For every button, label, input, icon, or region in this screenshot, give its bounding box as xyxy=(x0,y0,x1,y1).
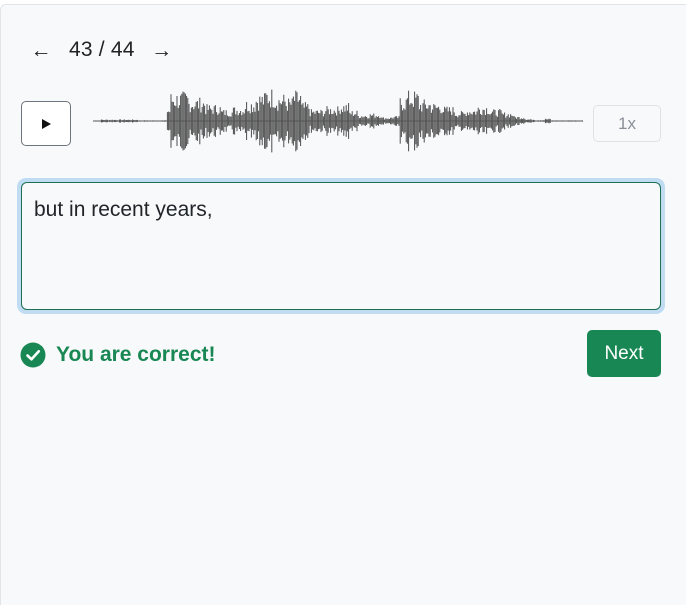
play-button[interactable] xyxy=(21,101,71,146)
result-message: You are correct! xyxy=(56,343,216,366)
audio-waveform[interactable] xyxy=(93,85,583,157)
playback-speed-button[interactable]: 1x xyxy=(593,105,661,142)
arrow-left-icon[interactable]: ← xyxy=(29,40,53,61)
answer-focus-ring xyxy=(17,178,665,314)
play-icon xyxy=(42,118,51,129)
result-feedback: You are correct! xyxy=(20,342,216,368)
next-button[interactable]: Next xyxy=(587,330,661,377)
sentence-counter: 43 / 44 xyxy=(69,38,135,61)
waveform-bars xyxy=(93,89,583,153)
audio-player: 1x xyxy=(21,89,661,153)
check-circle-icon xyxy=(20,342,46,368)
answer-textarea[interactable] xyxy=(21,182,661,310)
exercise-panel: ← 43 / 44 → 1x You are correct! Next xyxy=(0,4,686,605)
arrow-right-icon[interactable]: → xyxy=(150,40,174,61)
sentence-navigation: ← 43 / 44 → xyxy=(29,34,174,66)
